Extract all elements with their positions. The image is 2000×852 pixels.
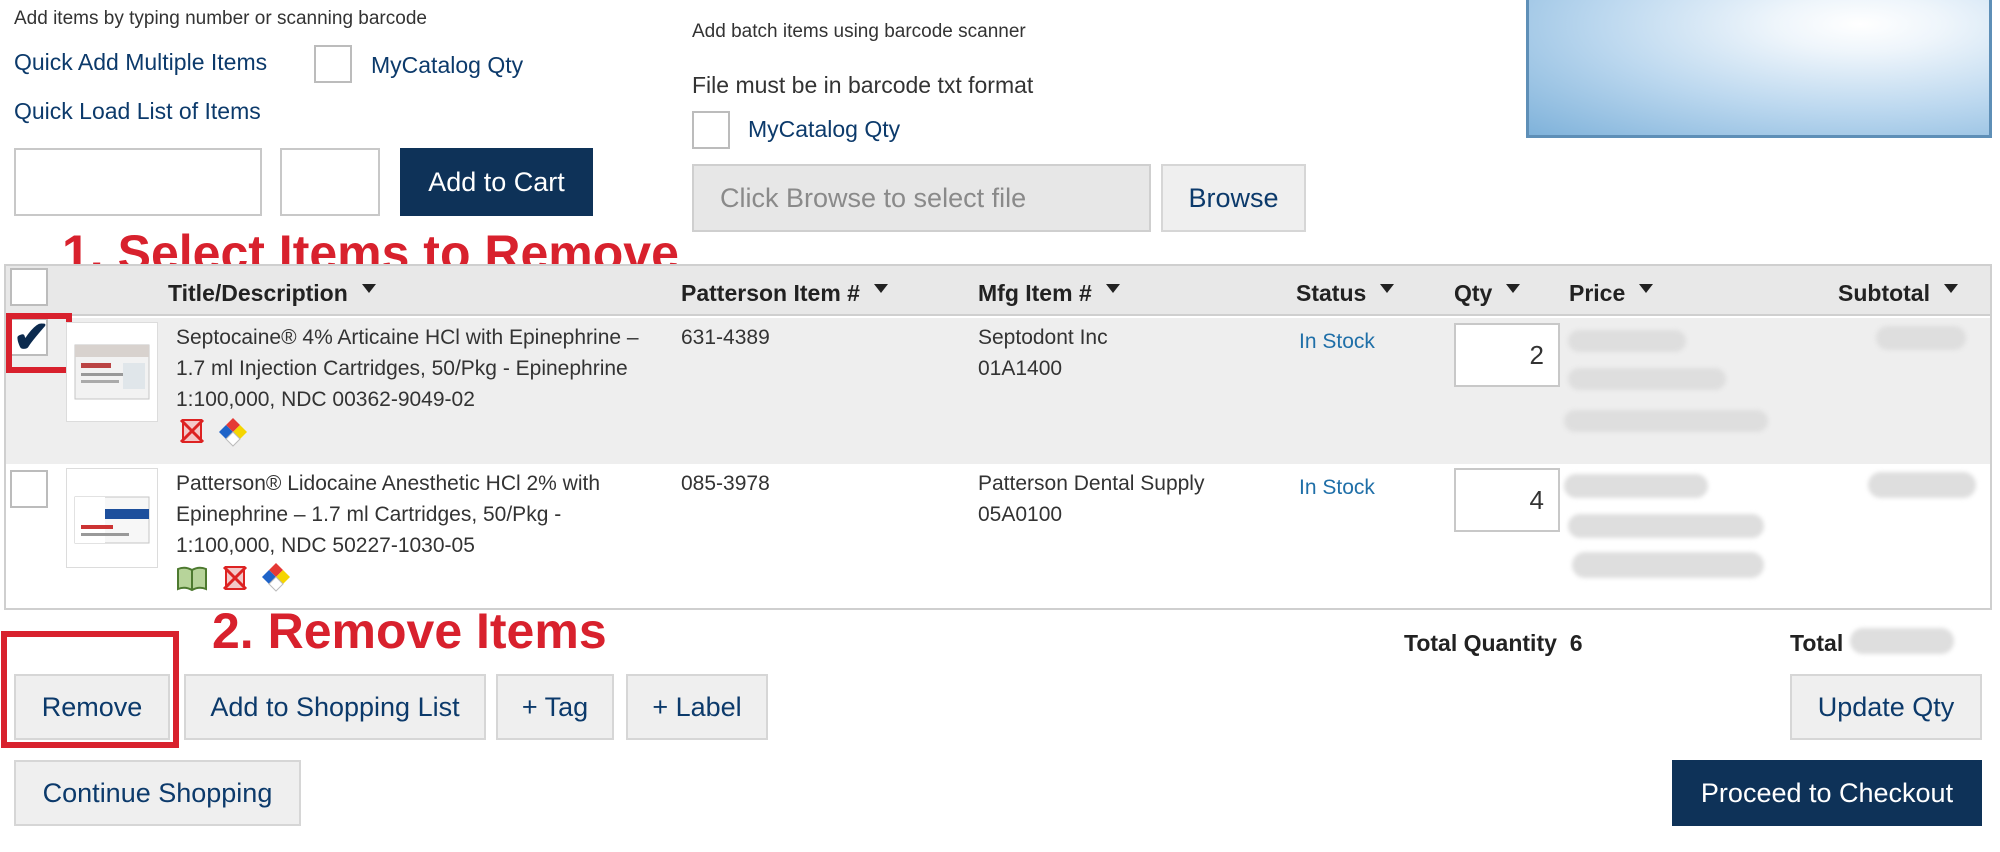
- item-description[interactable]: Patterson® Lidocaine Anesthetic HCl 2% w…: [176, 468, 600, 561]
- update-qty-button[interactable]: Update Qty: [1790, 674, 1982, 740]
- item-number-input[interactable]: [14, 148, 262, 216]
- price-redacted: [1564, 410, 1768, 432]
- item-qty-input[interactable]: [280, 148, 380, 216]
- patterson-item-number: 085-3978: [681, 472, 770, 495]
- quick-load-list-link[interactable]: Quick Load List of Items: [14, 98, 261, 125]
- product-thumbnail[interactable]: [66, 322, 158, 422]
- price-redacted: [1572, 552, 1764, 578]
- total-redacted: [1850, 628, 1954, 654]
- hazard-diamond-icon: [261, 562, 290, 592]
- file-path-input[interactable]: Click Browse to select file: [692, 164, 1151, 232]
- book-icon: [176, 564, 207, 592]
- stock-status[interactable]: In Stock: [1299, 330, 1375, 354]
- batch-format-note: File must be in barcode txt format: [692, 72, 1034, 98]
- header-mfg-item[interactable]: Mfg Item #: [978, 280, 1120, 307]
- mfg-info: Patterson Dental Supply 05A0100: [978, 472, 1205, 526]
- header-title-description[interactable]: Title/Description: [168, 280, 376, 307]
- sort-caret-icon: [1506, 284, 1521, 293]
- browse-button[interactable]: Browse: [1161, 164, 1306, 232]
- step2-annotation: 2. Remove Items: [212, 603, 607, 659]
- subtotal-redacted: [1868, 472, 1976, 498]
- continue-shopping-button[interactable]: Continue Shopping: [14, 760, 301, 826]
- no-latex-icon: [221, 564, 249, 592]
- sort-caret-icon: [1944, 284, 1958, 293]
- qty-input[interactable]: 4: [1454, 468, 1560, 532]
- patterson-item-number: 631-4389: [681, 326, 770, 349]
- product-thumbnail[interactable]: [66, 468, 158, 568]
- mycatalog-qty-label: MyCatalog Qty: [371, 52, 524, 78]
- header-patterson-item[interactable]: Patterson Item #: [681, 280, 888, 307]
- qty-input[interactable]: 2: [1454, 323, 1560, 387]
- price-redacted: [1568, 514, 1764, 538]
- price-redacted: [1568, 330, 1686, 352]
- add-tag-button[interactable]: + Tag: [496, 674, 614, 740]
- sort-caret-icon: [873, 284, 888, 293]
- total-label: Total: [1790, 630, 1844, 656]
- row-checkbox[interactable]: [10, 470, 48, 508]
- sort-caret-icon: [1105, 284, 1120, 293]
- subtotal-redacted: [1876, 326, 1966, 350]
- total-quantity: Total Quantity 6: [1404, 630, 1583, 656]
- batch-mycatalog-checkbox[interactable]: [692, 111, 730, 149]
- no-latex-icon: [178, 417, 206, 445]
- header-price[interactable]: Price: [1569, 280, 1654, 307]
- sort-caret-icon: [361, 284, 376, 293]
- add-to-shopping-list-button[interactable]: Add to Shopping List: [184, 674, 486, 740]
- banner-image: [1526, 0, 1992, 138]
- sort-caret-icon: [1380, 284, 1395, 293]
- select-all-checkbox[interactable]: [10, 268, 48, 306]
- header-status[interactable]: Status: [1296, 280, 1395, 307]
- mycatalog-qty-checkbox[interactable]: [314, 45, 352, 83]
- add-label-button[interactable]: + Label: [626, 674, 768, 740]
- remove-button[interactable]: Remove: [14, 674, 170, 740]
- batch-hint: Add batch items using barcode scanner: [692, 21, 1026, 42]
- stock-status[interactable]: In Stock: [1299, 476, 1375, 500]
- add-to-cart-button[interactable]: Add to Cart: [400, 148, 593, 216]
- price-redacted: [1564, 474, 1708, 498]
- quick-add-hint: Add items by typing number or scanning b…: [14, 8, 427, 29]
- proceed-to-checkout-button[interactable]: Proceed to Checkout: [1672, 760, 1982, 826]
- item-description[interactable]: Septocaine® 4% Articaine HCl with Epinep…: [176, 322, 639, 415]
- mfg-info: Septodont Inc 01A1400: [978, 326, 1108, 380]
- price-redacted: [1568, 368, 1726, 390]
- batch-mycatalog-label: MyCatalog Qty: [748, 116, 901, 142]
- hazard-diamond-icon: [218, 417, 247, 447]
- step1-highlight-frame: [6, 313, 72, 373]
- header-qty[interactable]: Qty: [1454, 280, 1521, 307]
- quick-add-multiple-link[interactable]: Quick Add Multiple Items: [14, 49, 267, 76]
- header-subtotal[interactable]: Subtotal: [1838, 280, 1958, 307]
- sort-caret-icon: [1639, 284, 1654, 293]
